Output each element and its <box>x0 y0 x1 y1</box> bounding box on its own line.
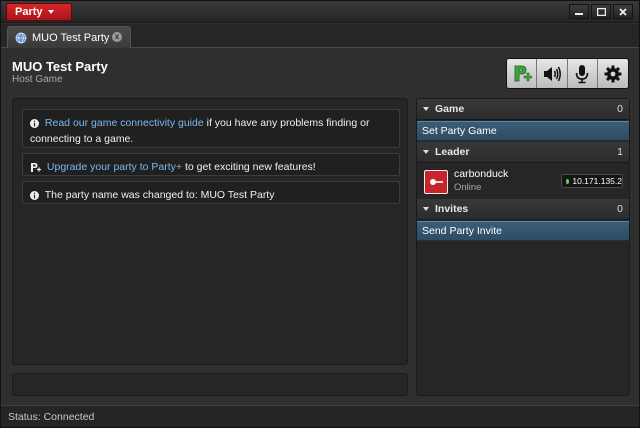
upgrade-party-link[interactable]: Upgrade your party to Party+ <box>47 161 182 173</box>
messages-panel: Read our game connectivity guide if you … <box>12 98 408 365</box>
section-label: Invites <box>435 203 469 215</box>
send-party-invite-button[interactable]: Send Party Invite <box>417 221 629 241</box>
avatar-icon <box>430 179 443 185</box>
maximize-icon <box>596 7 606 16</box>
settings-button[interactable] <box>597 59 628 88</box>
collapse-triangle-icon <box>423 207 429 211</box>
tab-close-icon[interactable]: x <box>112 32 122 42</box>
title-bar: Party <box>1 1 639 23</box>
info-icon <box>30 118 39 128</box>
speaker-icon <box>543 66 561 81</box>
party-window: Party MUO Test Party x MUO Test Party Ho <box>0 0 640 428</box>
member-name: carbonduck <box>454 168 509 180</box>
microphone-button[interactable] <box>567 59 598 88</box>
minimize-button[interactable] <box>569 4 589 19</box>
section-count: 1 <box>617 146 623 158</box>
microphone-icon <box>575 64 589 83</box>
message-text: to get exciting new features! <box>182 161 316 173</box>
online-dot-icon <box>566 178 570 184</box>
window-controls <box>569 4 633 19</box>
tab-strip: MUO Test Party x <box>1 24 639 48</box>
gear-icon <box>604 65 622 82</box>
message-text: The party name was changed to: MUO Test … <box>44 189 275 201</box>
connectivity-guide-link[interactable]: Read our game connectivity guide <box>45 117 204 129</box>
ip-badge: 10.171.135.2 <box>561 174 623 188</box>
status-bar: Status: Connected <box>1 405 639 427</box>
close-icon <box>619 7 627 16</box>
chat-input[interactable] <box>12 373 408 396</box>
speaker-button[interactable] <box>537 59 568 88</box>
tab-label: MUO Test Party <box>32 31 110 44</box>
invite-player-icon <box>514 65 532 81</box>
member-status: Online <box>454 182 482 193</box>
party-menu-button[interactable]: Party <box>6 3 72 21</box>
collapse-triangle-icon <box>423 150 429 154</box>
page-subtitle: Host Game <box>12 74 63 85</box>
status-text: Status: Connected <box>8 410 95 423</box>
maximize-button[interactable] <box>591 4 611 19</box>
member-ip: 10.171.135.2 <box>572 176 622 186</box>
upgrade-icon <box>31 162 41 172</box>
tab-party[interactable]: MUO Test Party x <box>7 26 131 48</box>
party-toolbar <box>506 58 629 89</box>
message-name-changed: The party name was changed to: MUO Test … <box>22 181 400 204</box>
section-label: Leader <box>435 146 470 158</box>
section-header-invites[interactable]: Invites 0 <box>417 199 629 220</box>
section-label: Game <box>435 103 465 115</box>
page-title: MUO Test Party <box>12 59 108 74</box>
globe-icon <box>15 32 27 43</box>
chevron-down-icon <box>47 10 54 14</box>
leader-member-row[interactable]: carbonduck Online 10.171.135.2 <box>417 164 629 199</box>
party-menu-label: Party <box>15 6 43 18</box>
invite-player-button[interactable] <box>507 59 538 88</box>
message-upgrade: Upgrade your party to Party+ to get exci… <box>22 153 400 176</box>
set-party-game-button[interactable]: Set Party Game <box>417 121 629 141</box>
section-header-game[interactable]: Game 0 <box>417 99 629 120</box>
minimize-icon <box>575 12 583 15</box>
collapse-triangle-icon <box>423 107 429 111</box>
info-icon <box>30 190 39 200</box>
avatar <box>424 170 448 194</box>
party-sidebar: Game 0 Set Party Game Leader 1 carbonduc… <box>416 98 630 396</box>
close-button[interactable] <box>613 4 633 19</box>
message-connectivity: Read our game connectivity guide if you … <box>22 109 400 148</box>
section-count: 0 <box>617 103 623 115</box>
section-count: 0 <box>617 203 623 215</box>
section-header-leader[interactable]: Leader 1 <box>417 142 629 163</box>
